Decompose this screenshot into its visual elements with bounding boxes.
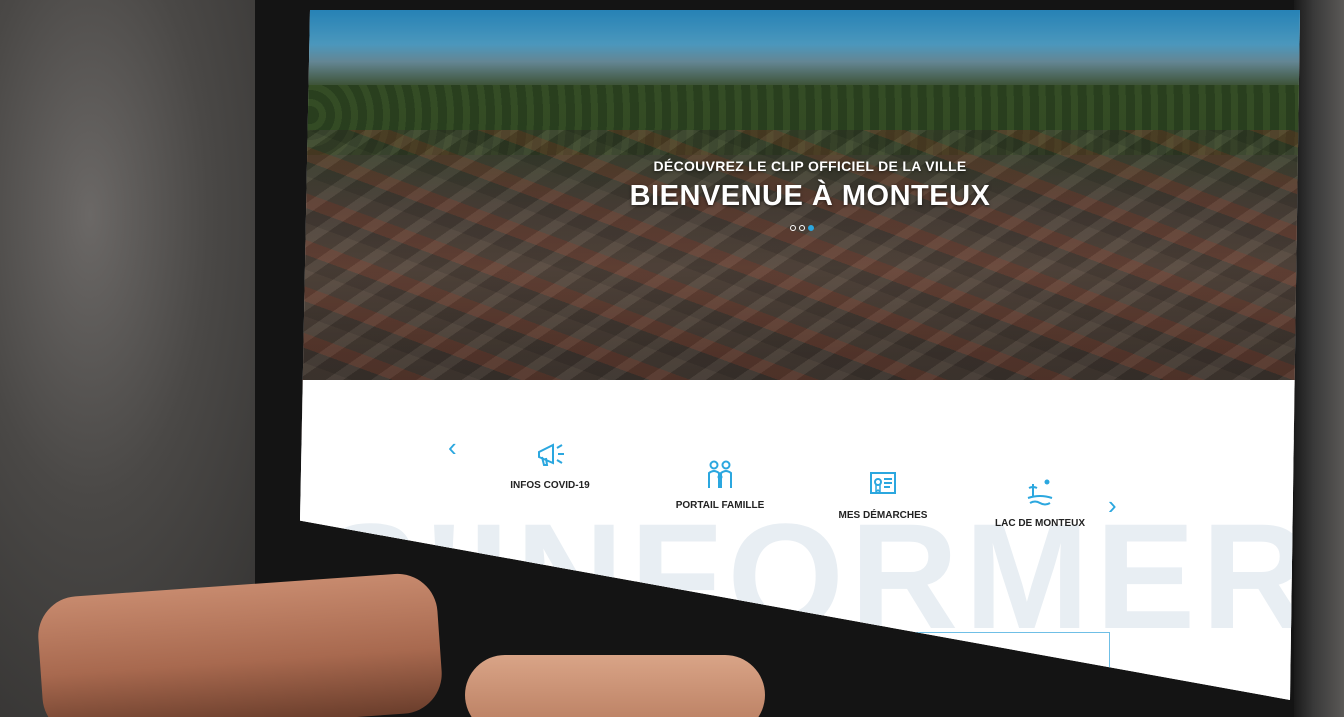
chevron-right-icon[interactable]: › [1108, 490, 1117, 521]
photo-scene: DÉCOUVREZ LE CLIP OFFICIEL DE LA VILLE B… [0, 0, 1344, 717]
quick-link-label: PORTAIL FAMILLE [675, 500, 765, 511]
hero-banner[interactable]: DÉCOUVREZ LE CLIP OFFICIEL DE LA VILLE B… [300, 10, 1300, 440]
slider-dot-3[interactable] [808, 225, 814, 231]
quick-link-lac-de-monteux[interactable]: LAC DE MONTEUX [975, 476, 1105, 529]
quick-link-label: LAC DE MONTEUX [995, 518, 1085, 529]
quick-link-label: INFOS COVID-19 [510, 480, 590, 491]
family-icon [708, 460, 732, 488]
slider-dot-1[interactable] [790, 225, 796, 231]
chevron-left-icon[interactable]: ‹ [448, 432, 457, 463]
laptop-edge [1294, 0, 1344, 717]
lake-icon [1027, 479, 1053, 506]
slider-dot-2[interactable] [799, 225, 805, 231]
hero-title[interactable]: BIENVENUE À MONTEUX [600, 180, 1020, 213]
slider-dots [790, 225, 814, 231]
certificate-icon [870, 472, 896, 494]
quick-link-label: MES DÉMARCHES [838, 510, 928, 521]
hero-text: DÉCOUVREZ LE CLIP OFFICIEL DE LA VILLE B… [600, 158, 1020, 213]
hero-subtitle[interactable]: DÉCOUVREZ LE CLIP OFFICIEL DE LA VILLE [600, 158, 1020, 174]
hand-right [465, 655, 765, 717]
quick-link-portail-famille[interactable]: PORTAIL FAMILLE [655, 458, 785, 511]
quick-link-mes-demarches[interactable]: MES DÉMARCHES [818, 468, 948, 521]
megaphone-icon [538, 443, 564, 466]
quick-link-covid[interactable]: INFOS COVID-19 [485, 438, 615, 491]
